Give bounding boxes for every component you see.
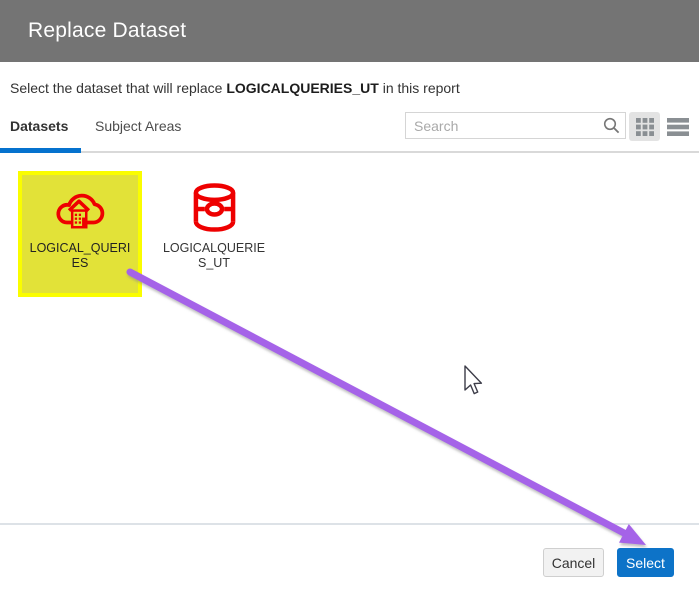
dialog-title: Replace Dataset <box>28 19 187 42</box>
replace-dataset-dialog: Replace Dataset Select the dataset that … <box>0 0 699 597</box>
database-dataset-icon <box>193 183 235 232</box>
list-view-icon <box>667 118 689 136</box>
list-view-button[interactable] <box>665 115 691 139</box>
dialog-header: Replace Dataset <box>0 0 699 62</box>
tab-datasets[interactable]: Datasets <box>10 118 68 134</box>
cloud-dataset-icon <box>56 193 105 229</box>
grid-view-button[interactable] <box>629 112 660 141</box>
active-tab-indicator <box>0 148 81 153</box>
select-button[interactable]: Select <box>617 548 674 577</box>
message-dataset-name: LOGICALQUERIES_UT <box>226 80 379 96</box>
message-suffix: in this report <box>378 80 460 96</box>
dataset-tile-label: LOGICAL_QUERI ES <box>29 241 131 270</box>
dialog-message: Select the dataset that will replace LOG… <box>10 80 460 96</box>
dataset-tile-logicalqueries-ut[interactable]: LOGICALQUERIE S_UT <box>156 171 272 297</box>
message-prefix: Select the dataset that will replace <box>10 80 227 96</box>
tab-divider <box>0 151 699 153</box>
dataset-tile-logical-queries[interactable]: LOGICAL_QUERI ES <box>18 171 142 297</box>
dataset-tile-label: LOGICALQUERIE S_UT <box>162 241 266 270</box>
tab-subject-areas[interactable]: Subject Areas <box>95 118 181 134</box>
search-icon <box>603 117 620 134</box>
grid-view-icon <box>635 117 654 136</box>
search-input[interactable] <box>405 112 626 139</box>
cancel-button[interactable]: Cancel <box>543 548 604 577</box>
footer-divider <box>0 523 699 525</box>
